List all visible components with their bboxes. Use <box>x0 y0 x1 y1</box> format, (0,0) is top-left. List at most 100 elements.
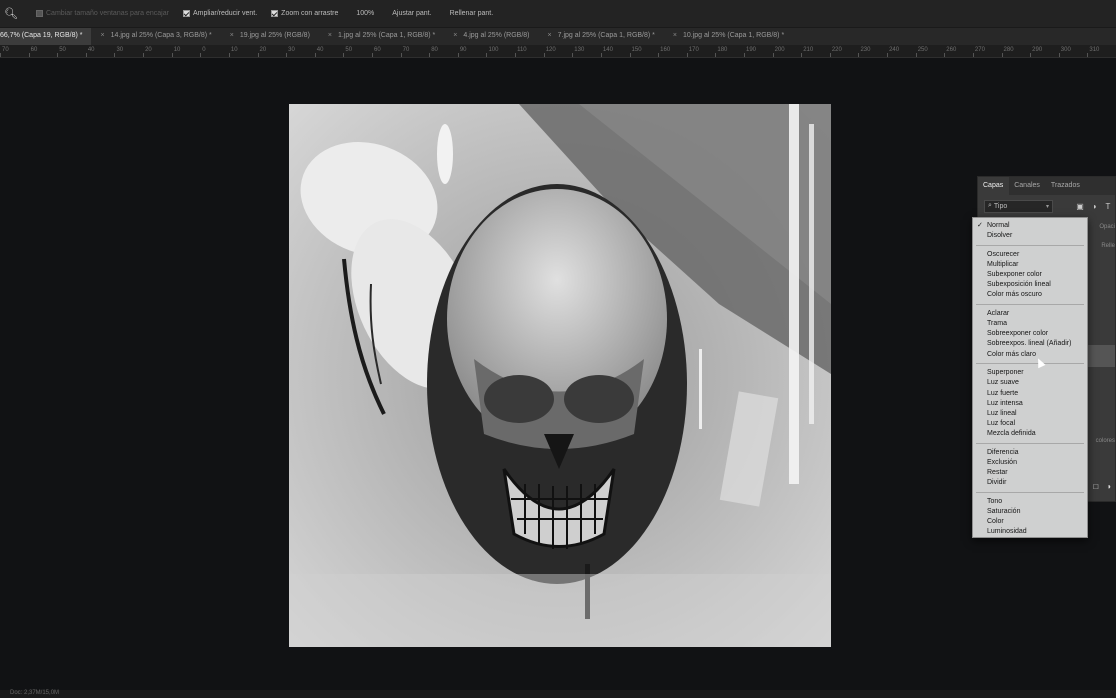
menu-item-blend-mode[interactable]: ✓ Normal <box>973 221 1087 231</box>
menu-item-label: Luz suave <box>987 379 1019 387</box>
menu-item-blend-mode[interactable]: Luz intensa <box>973 399 1087 409</box>
ruler-tick <box>171 53 173 57</box>
adjustment-filter-icon[interactable]: ◑ <box>1087 202 1101 211</box>
ruler-tick <box>400 53 402 57</box>
tab-channels[interactable]: Canales <box>1009 177 1046 195</box>
ruler-tick <box>486 53 488 57</box>
menu-item-blend-mode[interactable]: Disolver <box>973 231 1087 241</box>
horizontal-ruler[interactable]: 70 60 50 40 30 20 10 0 10 20 30 40 50 60 70 80 90 100 110 1… <box>0 45 1116 58</box>
menu-item-blend-mode[interactable]: Color más oscuro <box>973 290 1087 300</box>
tab-document[interactable]: × 7.jpg al 25% (Capa 1, RGB/8) * <box>538 28 663 45</box>
ruler-label: 250 <box>917 47 928 53</box>
tab-paths[interactable]: Trazados <box>1046 177 1086 195</box>
zoom-100-button[interactable]: 100% <box>356 10 374 17</box>
ruler-label: 30 <box>116 47 124 53</box>
tab-document-active[interactable]: 66,7% (Capa 19, RGB/8) * <box>0 28 91 45</box>
ruler-tick <box>457 53 459 57</box>
ruler-tick <box>600 53 602 57</box>
tab-document[interactable]: × 4.jpg al 25% (RGB/8) <box>443 28 537 45</box>
menu-item-blend-mode[interactable]: Multiplicar <box>973 260 1087 270</box>
menu-item-blend-mode[interactable]: Exclusión <box>973 458 1087 468</box>
ruler-label: 50 <box>59 47 66 53</box>
menu-item-blend-mode[interactable]: Trama <box>973 319 1087 329</box>
checkbox-resize-windows[interactable] <box>36 10 43 17</box>
menu-item-label: Luz lineal <box>987 409 1017 417</box>
canvas-image[interactable] <box>289 104 831 647</box>
menu-item-blend-mode[interactable]: Tono <box>973 497 1087 507</box>
menu-item-label: Oscurecer <box>987 250 1020 258</box>
option-label: Zoom con arrastre <box>281 10 339 17</box>
menu-item-blend-mode[interactable]: Subexponer color <box>973 270 1087 280</box>
menu-item-blend-mode[interactable]: Luz focal <box>973 419 1087 429</box>
menu-item-blend-mode[interactable]: Restar <box>973 468 1087 478</box>
menu-item-blend-mode[interactable]: Dividir <box>973 478 1087 488</box>
close-icon[interactable]: × <box>453 32 457 39</box>
checkmark-icon: ✓ <box>977 222 983 229</box>
menu-item-blend-mode[interactable]: Aclarar <box>973 309 1087 319</box>
option-resize-windows[interactable]: Cambiar tamaño ventanas para encajar <box>36 10 169 17</box>
adjustment-layer-icon[interactable]: ◑ <box>1106 482 1111 491</box>
options-bar: 🔍︎ Cambiar tamaño ventanas para encajar … <box>0 0 1116 28</box>
ruler-label: 270 <box>974 47 985 53</box>
menu-item-blend-mode[interactable]: Superponer <box>973 368 1087 378</box>
zoom-tool-icon[interactable]: 🔍︎ <box>0 7 22 20</box>
menu-separator <box>976 492 1084 493</box>
tab-label: 66,7% (Capa 19, RGB/8) * <box>0 32 83 39</box>
selected-layer-row[interactable] <box>1085 345 1115 367</box>
tab-document[interactable]: × 10.jpg al 25% (Capa 1, RGB/8) * <box>663 28 792 45</box>
checkbox-scrubby-zoom[interactable] <box>271 10 279 17</box>
image-filter-icon[interactable]: ▣ <box>1073 202 1087 211</box>
tab-document[interactable]: × 14.jpg al 25% (Capa 3, RGB/8) * <box>91 28 220 45</box>
tab-document[interactable]: × 19.jpg al 25% (RGB/8) <box>220 28 318 45</box>
ruler-tick <box>801 53 803 57</box>
ruler-tick <box>0 53 1 57</box>
checkbox-zoom-windows[interactable] <box>182 10 190 17</box>
option-zoom-windows[interactable]: Ampliar/reducir vent. <box>182 10 257 17</box>
tab-label: 14.jpg al 25% (Capa 3, RGB/8) * <box>110 32 212 39</box>
menu-item-blend-mode[interactable]: Oscurecer <box>973 250 1087 260</box>
option-scrubby-zoom[interactable]: Zoom con arrastre <box>271 10 338 17</box>
menu-item-blend-mode[interactable]: Color más claro <box>973 350 1087 360</box>
ruler-tick <box>887 53 889 57</box>
ruler-label: 50 <box>345 47 353 53</box>
close-icon[interactable]: × <box>328 32 332 39</box>
close-icon[interactable]: × <box>548 32 552 39</box>
menu-item-blend-mode[interactable]: Sobreexpos. lineal (Añadir) <box>973 339 1087 349</box>
menu-item-blend-mode[interactable]: Luz lineal <box>973 409 1087 419</box>
menu-item-blend-mode[interactable]: Sobreexponer color <box>973 329 1087 339</box>
menu-item-blend-mode[interactable]: Diferencia <box>973 448 1087 458</box>
menu-item-label: Restar <box>987 469 1008 477</box>
fill-label: Relle <box>1101 243 1115 249</box>
tab-document[interactable]: × 1.jpg al 25% (Capa 1, RGB/8) * <box>318 28 443 45</box>
close-icon[interactable]: × <box>230 32 234 39</box>
ruler-tick <box>143 53 145 57</box>
ruler-tick <box>686 53 688 57</box>
layer-mask-icon[interactable]: □ <box>1093 482 1098 491</box>
ruler-tick <box>114 53 116 57</box>
menu-item-blend-mode[interactable]: Color <box>973 517 1087 527</box>
close-icon[interactable]: × <box>673 32 677 39</box>
fill-screen-button[interactable]: Rellenar pant. <box>450 10 494 17</box>
menu-separator <box>976 363 1084 365</box>
menu-item-label: Sobreexpos. lineal (Añadir) <box>987 340 1072 348</box>
type-filter-icon[interactable]: T <box>1101 202 1115 211</box>
menu-item-label: Color <box>987 518 1004 526</box>
ruler-label: 280 <box>1003 47 1014 53</box>
fit-screen-button[interactable]: Ajustar pant. <box>392 10 431 17</box>
menu-item-blend-mode[interactable]: Subexposición lineal <box>973 280 1087 290</box>
menu-item-blend-mode[interactable]: Luz fuerte <box>973 389 1087 399</box>
panel-tabs: Capas Canales Trazados <box>978 177 1115 195</box>
close-icon[interactable]: × <box>101 32 105 39</box>
tab-layers[interactable]: Capas <box>978 177 1010 195</box>
ruler-tick <box>85 53 87 57</box>
menu-item-blend-mode[interactable]: Mezcla definida <box>973 429 1087 439</box>
menu-item-blend-mode[interactable]: Luminosidad <box>973 527 1087 537</box>
ruler-label: 110 <box>517 47 527 53</box>
ruler-label: 70 <box>2 47 9 53</box>
menu-item-blend-mode[interactable]: Saturación <box>973 507 1087 517</box>
panel-footer: □ ◑ <box>1093 482 1111 491</box>
menu-item-blend-mode[interactable]: Luz suave <box>973 378 1087 388</box>
menu-item-label: Luminosidad <box>987 528 1027 536</box>
document-tabs: 66,7% (Capa 19, RGB/8) * × 14.jpg al 25% … <box>0 28 1116 45</box>
layer-kind-filter[interactable]: ⌕ Tipo ▾ <box>984 199 1053 213</box>
